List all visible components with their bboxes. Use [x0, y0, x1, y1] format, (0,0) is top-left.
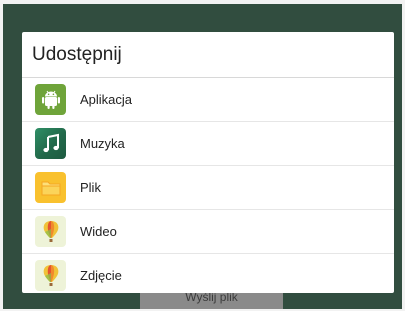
- share-option-app[interactable]: Aplikacja: [22, 78, 394, 122]
- share-option-file[interactable]: Plik: [22, 166, 394, 210]
- share-option-music[interactable]: Muzyka: [22, 122, 394, 166]
- share-option-label: Aplikacja: [80, 92, 133, 107]
- folder-icon: [35, 172, 66, 203]
- balloon-icon: [35, 260, 66, 291]
- music-note-icon: [35, 128, 66, 159]
- share-option-photo[interactable]: Zdjęcie: [22, 254, 394, 293]
- balloon-icon: [35, 216, 66, 247]
- dialog-title: Udostępnij: [22, 32, 394, 78]
- share-dialog: Udostępnij Aplikacja Muzyka Plik Wideo Z…: [22, 32, 394, 293]
- share-option-label: Plik: [80, 180, 101, 195]
- share-option-label: Zdjęcie: [80, 268, 122, 283]
- share-option-label: Muzyka: [80, 136, 125, 151]
- android-icon: [35, 84, 66, 115]
- share-option-label: Wideo: [80, 224, 117, 239]
- share-option-video[interactable]: Wideo: [22, 210, 394, 254]
